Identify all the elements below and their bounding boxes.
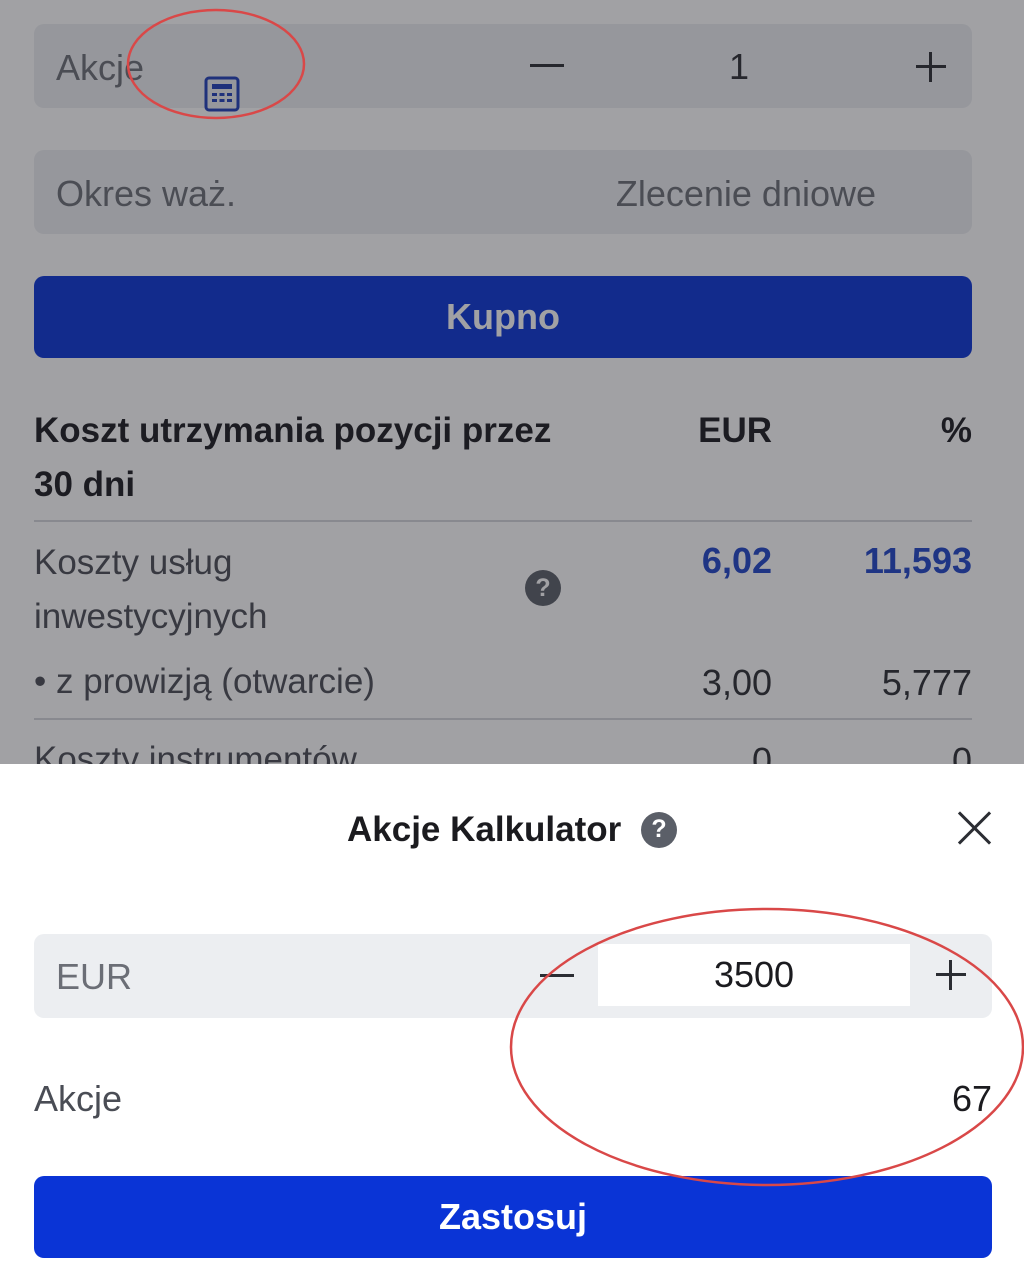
help-icon[interactable]: ? <box>641 811 677 848</box>
currency-label: EUR <box>56 956 133 997</box>
decrease-amount-button[interactable] <box>540 974 574 977</box>
calculator-sheet: Akcje Kalkulator ? EUR 3500 Akcje 67 Zas… <box>0 764 1024 1261</box>
close-icon[interactable] <box>954 808 994 848</box>
sheet-header: Akcje Kalkulator ? <box>0 808 1024 850</box>
shares-result-label: Akcje <box>34 1078 123 1119</box>
apply-button[interactable]: Zastosuj <box>34 1176 992 1258</box>
eur-amount-field: EUR 3500 <box>34 934 992 1018</box>
shares-result: Akcje 67 <box>34 1074 992 1124</box>
increase-amount-button[interactable] <box>936 960 966 990</box>
amount-input[interactable]: 3500 <box>598 944 910 1006</box>
shares-result-value: 67 <box>951 1078 992 1119</box>
sheet-title: Akcje Kalkulator <box>346 809 622 849</box>
